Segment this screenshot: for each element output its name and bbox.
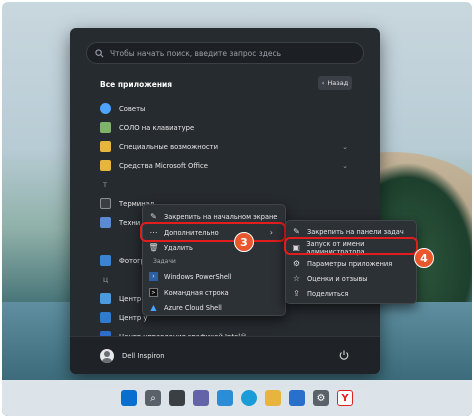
highlight-run-admin (284, 237, 418, 255)
center-icon (100, 293, 111, 304)
start-footer: Dell Inspiron (70, 336, 380, 374)
taskbar: ⌕ ⚙ Y (2, 380, 472, 416)
highlight-more (140, 222, 286, 242)
center-icon (100, 312, 111, 323)
app-item-office-tools[interactable]: Средства Microsoft Office ⌄ (100, 156, 352, 175)
search-box[interactable]: Чтобы начать поиск, введите запрос здесь (86, 42, 364, 64)
app-item-accessibility[interactable]: Специальные возможности ⌄ (100, 137, 352, 156)
folder-icon (100, 141, 111, 152)
share-icon: ⇪ (293, 289, 300, 298)
step-badge-3: 3 (234, 232, 254, 252)
app-item-tips[interactable]: Советы (100, 99, 352, 118)
letter-header-t[interactable]: Т (100, 175, 352, 194)
power-icon[interactable] (338, 349, 350, 361)
menu-label: Закрепить на панели задач (307, 227, 404, 236)
app-label: Средства Microsoft Office (119, 161, 208, 170)
app-label: СОЛО на клавиатуре (119, 123, 195, 132)
submenu: ✎ Закрепить на панели задач ▣ Запуск от … (285, 220, 417, 304)
menu-label: Windows PowerShell (164, 272, 232, 281)
menu-item-share[interactable]: ⇪ Поделиться (292, 286, 348, 301)
menu-label: Командная строка (164, 288, 229, 297)
menu-label: Поделиться (307, 289, 349, 298)
back-button[interactable]: ‹ Назад (318, 76, 352, 90)
menu-label: Удалить (164, 243, 193, 252)
settings-icon[interactable]: ⚙ (313, 390, 329, 406)
cmd-icon: > (149, 288, 158, 297)
app-label: Специальные возможности (119, 142, 218, 151)
chevron-left-icon: ‹ (321, 79, 325, 87)
task-view-icon[interactable] (169, 390, 185, 406)
folder-icon (100, 160, 111, 171)
explorer-icon[interactable] (265, 390, 281, 406)
menu-item-rate[interactable]: ☆ Оценки и отзывы (292, 271, 368, 286)
menu-label: Закрепить на начальном экране (164, 212, 278, 221)
app-label: Техни (119, 218, 141, 227)
tips-icon (100, 103, 111, 114)
chevron-down-icon: ⌄ (342, 142, 348, 151)
app-item-solo[interactable]: СОЛО на клавиатуре (100, 118, 352, 137)
context-menu: ✎ Закрепить на начальном экране ⋯ Дополн… (142, 204, 286, 316)
menu-item-powershell[interactable]: › Windows PowerShell (149, 269, 232, 284)
chevron-down-icon: ⌄ (342, 161, 348, 170)
search-icon[interactable]: ⌕ (145, 390, 161, 406)
step-badge-4: 4 (414, 248, 434, 268)
azure-icon: ▲ (150, 303, 157, 312)
widgets-icon[interactable] (217, 390, 233, 406)
gear-icon: ⚙ (292, 259, 301, 268)
menu-item-cmd[interactable]: > Командная строка (149, 285, 229, 300)
solo-icon (100, 122, 111, 133)
chat-icon[interactable] (193, 390, 209, 406)
star-icon: ☆ (292, 274, 301, 283)
tasks-header: Задачи (153, 258, 176, 265)
all-apps-title: Все приложения (100, 80, 173, 89)
menu-item-app-settings[interactable]: ⚙ Параметры приложения (292, 256, 392, 271)
terminal-icon (100, 198, 111, 209)
menu-label: Параметры приложения (307, 259, 393, 268)
windows-icon[interactable] (121, 390, 137, 406)
desktop-wallpaper: Чтобы начать поиск, введите запрос здесь… (2, 2, 472, 416)
menu-item-uninstall[interactable]: 🗑 Удалить (148, 240, 193, 255)
menu-label: Оценки и отзывы (307, 274, 368, 283)
edge-icon[interactable] (241, 390, 257, 406)
avatar[interactable] (100, 348, 114, 363)
photos-icon (100, 255, 111, 266)
pin-icon: ✎ (293, 227, 300, 236)
pin-icon: ✎ (150, 212, 157, 221)
search-placeholder: Чтобы начать поиск, введите запрос здесь (110, 48, 282, 58)
app-label: Советы (119, 104, 146, 113)
menu-item-azure[interactable]: ▲ Azure Cloud Shell (149, 300, 222, 315)
back-label: Назад (327, 79, 349, 87)
powershell-icon: › (149, 272, 158, 281)
search-icon (95, 48, 104, 57)
menu-label: Azure Cloud Shell (164, 303, 222, 312)
yandex-icon[interactable]: Y (337, 390, 353, 406)
trash-icon: 🗑 (148, 243, 159, 252)
technical-icon (100, 217, 111, 228)
store-icon[interactable] (289, 390, 305, 406)
start-menu: Чтобы начать поиск, введите запрос здесь… (70, 28, 380, 374)
user-name[interactable]: Dell Inspiron (122, 352, 165, 360)
